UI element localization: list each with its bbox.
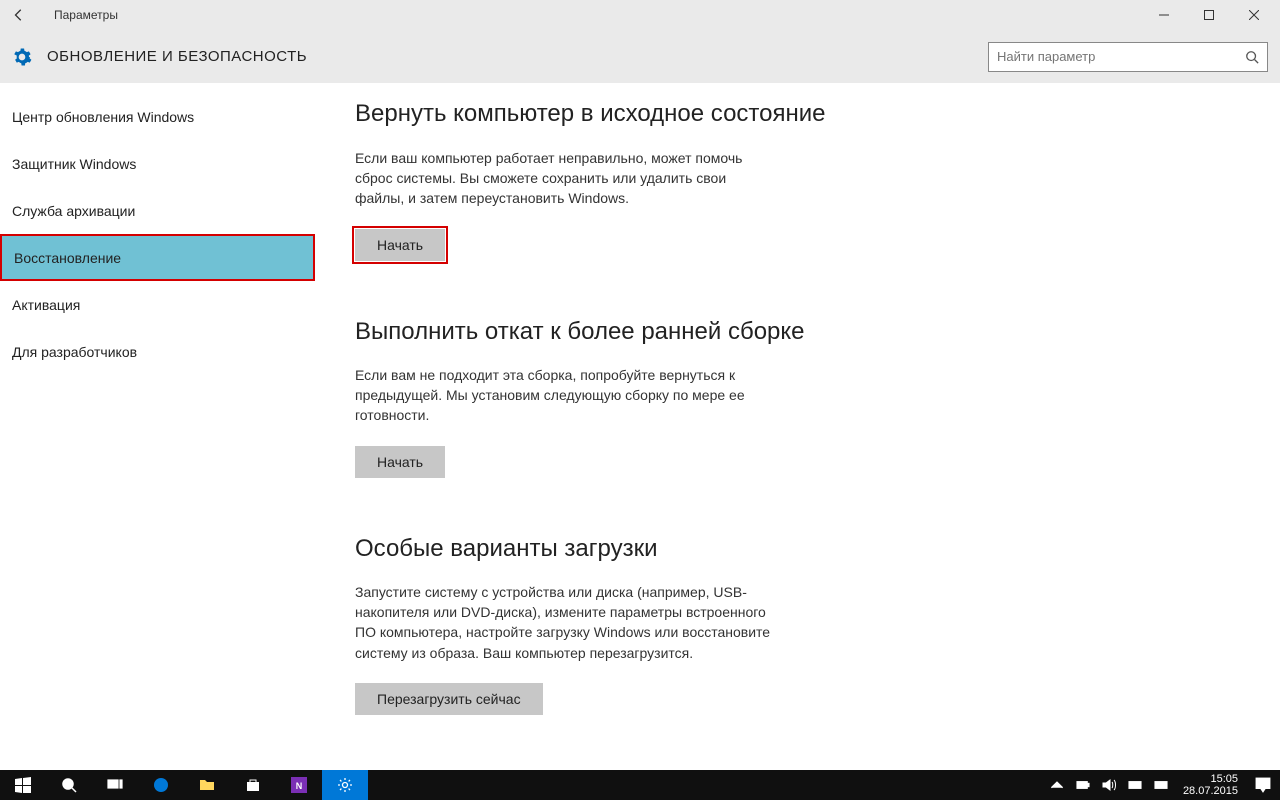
edge-icon — [153, 777, 169, 793]
explorer-button[interactable] — [184, 770, 230, 800]
sidebar-item-label: Для разработчиков — [12, 344, 137, 360]
maximize-icon — [1204, 10, 1214, 20]
sidebar-item-label: Центр обновления Windows — [12, 109, 194, 125]
action-center-button[interactable] — [1246, 770, 1280, 800]
taskview-icon — [107, 777, 123, 793]
sidebar-item-label: Активация — [12, 297, 80, 313]
taskbar: N 15:05 28.07.2015 — [0, 770, 1280, 800]
svg-text:N: N — [296, 781, 303, 791]
header: ОБНОВЛЕНИЕ И БЕЗОПАСНОСТЬ — [0, 30, 1280, 83]
search-button[interactable] — [46, 770, 92, 800]
maximize-button[interactable] — [1186, 0, 1231, 30]
close-icon — [1249, 10, 1259, 20]
gear-icon — [337, 777, 353, 793]
close-button[interactable] — [1231, 0, 1276, 30]
store-icon — [245, 777, 261, 793]
advanced-description: Запустите систему с устройства или диска… — [355, 582, 775, 663]
minimize-icon — [1159, 10, 1169, 20]
sidebar-item-defender[interactable]: Защитник Windows — [0, 140, 315, 187]
clock-time: 15:05 — [1183, 773, 1238, 785]
sidebar-item-backup[interactable]: Служба архивации — [0, 187, 315, 234]
main-content: Вернуть компьютер в исходное состояние Е… — [315, 83, 915, 770]
start-button[interactable] — [0, 770, 46, 800]
title-bar: Параметры — [0, 0, 1280, 30]
keyboard-icon[interactable] — [1127, 777, 1143, 793]
reset-section: Вернуть компьютер в исходное состояние Е… — [355, 98, 915, 260]
reset-description: Если ваш компьютер работает неправильно,… — [355, 148, 775, 209]
onenote-icon: N — [291, 777, 307, 793]
edge-button[interactable] — [138, 770, 184, 800]
taskview-button[interactable] — [92, 770, 138, 800]
search-icon — [61, 777, 77, 793]
advanced-title: Особые варианты загрузки — [355, 533, 915, 564]
folder-icon — [199, 777, 215, 793]
reset-title: Вернуть компьютер в исходное состояние — [355, 98, 915, 129]
onenote-button[interactable]: N — [276, 770, 322, 800]
system-tray — [1043, 777, 1175, 793]
minimize-button[interactable] — [1141, 0, 1186, 30]
page-title: ОБНОВЛЕНИЕ И БЕЗОПАСНОСТЬ — [47, 48, 307, 65]
battery-icon[interactable] — [1075, 777, 1091, 793]
gear-icon — [12, 47, 32, 67]
rollback-title: Выполнить откат к более ранней сборке — [355, 316, 915, 347]
chevron-up-icon[interactable] — [1049, 777, 1065, 793]
sidebar-item-developers[interactable]: Для разработчиков — [0, 328, 315, 375]
restart-now-button[interactable]: Перезагрузить сейчас — [355, 683, 543, 715]
notification-icon — [1255, 777, 1271, 793]
content-body: Центр обновления Windows Защитник Window… — [0, 83, 1280, 770]
clock-date: 28.07.2015 — [1183, 785, 1238, 797]
sidebar-item-recovery[interactable]: Восстановление — [0, 234, 315, 281]
volume-icon[interactable] — [1101, 777, 1117, 793]
arrow-left-icon — [12, 8, 26, 22]
input-icon[interactable] — [1153, 777, 1169, 793]
rollback-start-button[interactable]: Начать — [355, 446, 445, 478]
store-button[interactable] — [230, 770, 276, 800]
advanced-section: Особые варианты загрузки Запустите систе… — [355, 533, 915, 715]
reset-start-button[interactable]: Начать — [355, 229, 445, 261]
sidebar-item-windows-update[interactable]: Центр обновления Windows — [0, 93, 315, 140]
search-box[interactable] — [988, 42, 1268, 72]
sidebar-item-label: Служба архивации — [12, 203, 135, 219]
settings-taskbar-button[interactable] — [322, 770, 368, 800]
sidebar-item-activation[interactable]: Активация — [0, 281, 315, 328]
sidebar: Центр обновления Windows Защитник Window… — [0, 83, 315, 770]
settings-window: Параметры ОБНОВЛЕНИЕ И БЕЗОПАСНОСТЬ Цент… — [0, 0, 1280, 770]
sidebar-item-label: Защитник Windows — [12, 156, 136, 172]
rollback-description: Если вам не подходит эта сборка, попробу… — [355, 365, 775, 426]
rollback-section: Выполнить откат к более ранней сборке Ес… — [355, 316, 915, 478]
search-input[interactable] — [997, 49, 1245, 64]
clock[interactable]: 15:05 28.07.2015 — [1175, 773, 1246, 797]
window-title: Параметры — [54, 8, 118, 22]
windows-icon — [15, 777, 31, 793]
sidebar-item-label: Восстановление — [14, 250, 121, 266]
search-icon — [1245, 50, 1259, 64]
back-button[interactable] — [4, 0, 34, 30]
